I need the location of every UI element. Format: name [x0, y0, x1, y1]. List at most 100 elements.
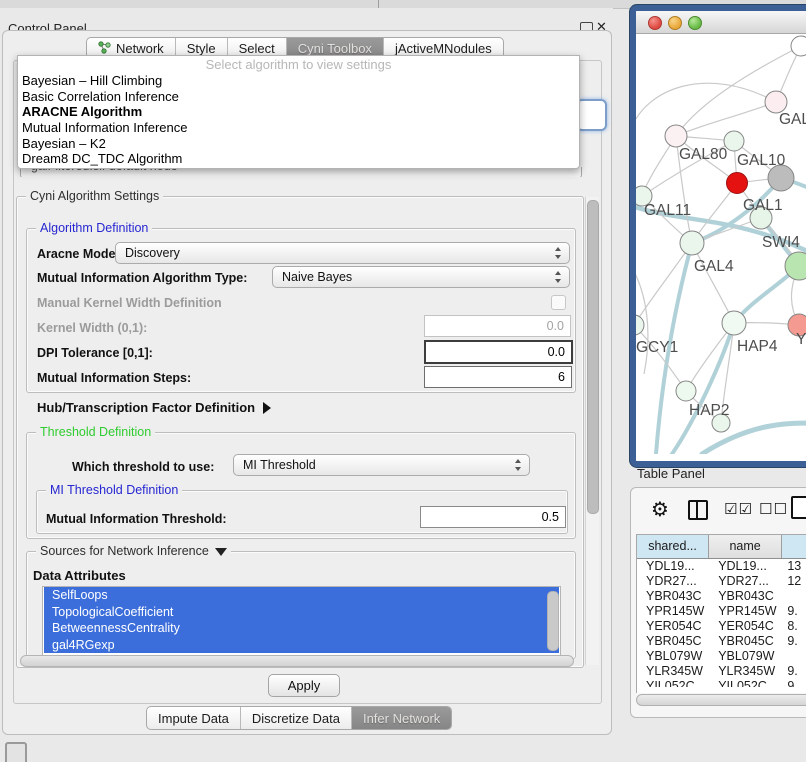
table-row[interactable]: YDR27... YDR27... 12 [637, 574, 806, 589]
cell-shared: YIL052C [637, 679, 709, 687]
cell-name: YDL19... [709, 559, 782, 574]
table-panel: ⚙ ☑☑ ☐☐ shared... name A YDL19... YDL19.… [630, 487, 806, 718]
cell-shared: YER054C [637, 619, 709, 634]
algorithm-option[interactable]: Dream8 DC_TDC Algorithm [18, 151, 579, 167]
minimize-traffic-light-icon[interactable] [668, 16, 682, 30]
algorithm-option[interactable]: Bayesian – K2 [18, 136, 579, 152]
mi-algorithm-type-select[interactable]: Naive Bayes [272, 266, 570, 288]
tab-discretize-data[interactable]: Discretize Data [241, 707, 352, 729]
tab-label: Style [187, 41, 216, 56]
deselect-all-icon[interactable]: ☐☐ [759, 500, 788, 518]
table-row[interactable]: YER054C YER054C 8. [637, 619, 806, 634]
cell-name: YPR145W [709, 604, 782, 619]
node-label: GAL [779, 111, 806, 128]
zoom-traffic-light-icon[interactable] [688, 16, 702, 30]
stepper-arrows-icon [554, 270, 563, 284]
dpi-tolerance-label: DPI Tolerance [0,1]: [37, 346, 153, 360]
column-header-shared-name[interactable]: shared... [637, 535, 709, 558]
apply-button[interactable]: Apply [268, 674, 340, 697]
cell-value: 9 [782, 679, 806, 687]
cell-shared: YDR27... [637, 574, 709, 589]
network-canvas[interactable]: GAL GAL80 GAL10 GAL11 GAL1 SWI4 GAL4 GCY… [636, 34, 806, 461]
cell-name: YBL079W [709, 649, 782, 664]
column-header-name[interactable]: name [709, 535, 782, 558]
control-panel-header: Control Panel ✕ [0, 8, 613, 32]
combo-value: MI Threshold [243, 458, 316, 472]
hub-definition-section[interactable]: Hub/Transcription Factor Definition [37, 400, 271, 415]
mi-threshold-input[interactable]: 0.5 [420, 506, 566, 528]
vertical-scrollbar-thumb[interactable] [587, 200, 599, 514]
manual-kernel-width-checkbox[interactable] [551, 295, 566, 310]
algorithm-option-selected[interactable]: ARACNE Algorithm [18, 104, 579, 120]
data-attribute-item[interactable]: TopologicalCoefficient [44, 604, 559, 621]
mi-threshold-label: Mutual Information Threshold: [46, 512, 227, 526]
data-attribute-item[interactable]: gal4RGexp [44, 637, 559, 654]
cell-value: 13 [782, 559, 806, 574]
group-title[interactable]: Sources for Network Inference [36, 544, 231, 558]
node-label: GAL10 [737, 152, 786, 169]
table-row[interactable]: YBR045C YBR045C 9. [637, 634, 806, 649]
cell-value: 9. [782, 664, 806, 679]
network-view-window[interactable]: GAL GAL80 GAL10 GAL11 GAL1 SWI4 GAL4 GCY… [630, 5, 806, 467]
dpi-tolerance-input[interactable]: 0.0 [424, 340, 573, 364]
data-attribute-item[interactable]: SelfLoops [44, 587, 559, 604]
which-threshold-select[interactable]: MI Threshold [233, 454, 530, 476]
cell-value: 8. [782, 619, 806, 634]
dropdown-placeholder: Select algorithm to view settings [18, 56, 579, 73]
table-row[interactable]: YBR043C YBR043C [637, 589, 806, 604]
expanded-arrow-icon [215, 548, 227, 556]
select-all-icon[interactable]: ☑☑ [724, 500, 753, 518]
algorithm-option[interactable]: Bayesian – Hill Climbing [18, 73, 579, 89]
tab-infer-network[interactable]: Infer Network [352, 707, 451, 729]
mi-steps-input[interactable]: 6 [424, 366, 572, 388]
group-title: Threshold Definition [36, 425, 155, 439]
algorithm-dropdown-list: Select algorithm to view settings Bayesi… [17, 55, 580, 169]
tab-impute-data[interactable]: Impute Data [147, 707, 241, 729]
cell-value [782, 589, 806, 604]
list-scrollbar-thumb[interactable] [547, 591, 559, 651]
export-table-icon[interactable] [791, 496, 806, 519]
gear-icon[interactable]: ⚙ [651, 497, 669, 522]
which-threshold-label: Which threshold to use: [72, 460, 214, 474]
cell-shared: YDL19... [637, 559, 709, 574]
node-label: GAL80 [679, 146, 728, 163]
table-toolbar: ⚙ ☑☑ ☐☐ [631, 488, 806, 532]
data-attributes-label: Data Attributes [33, 568, 126, 583]
table-row[interactable]: YDL19... YDL19... 13 [637, 559, 806, 574]
group-title: Algorithm Definition [36, 221, 152, 235]
table-row[interactable]: YPR145W YPR145W 9. [637, 604, 806, 619]
cell-value: 9. [782, 634, 806, 649]
mi-algorithm-type-label: Mutual Information Algorithm Type: [37, 271, 247, 285]
table-row[interactable]: YLR345W YLR345W 9. [637, 664, 806, 679]
cell-name: YLR345W [709, 664, 782, 679]
kernel-width-label: Kernel Width (0,1): [37, 321, 147, 335]
node-label: HAP2 [689, 402, 730, 419]
cell-shared: YBL079W [637, 649, 709, 664]
data-attribute-item[interactable]: BetweennessCentrality [44, 620, 559, 637]
close-traffic-light-icon[interactable] [648, 16, 662, 30]
kernel-width-input[interactable]: 0.0 [424, 315, 571, 337]
tab-label: jActiveMNodules [395, 41, 492, 56]
table-panel-title: Table Panel [637, 466, 705, 481]
horizontal-scrollbar[interactable] [20, 655, 574, 667]
aracne-mode-select[interactable]: Discovery [115, 242, 570, 264]
cell-name: YER054C [709, 619, 782, 634]
algorithm-option[interactable]: Basic Correlation Inference [18, 89, 579, 105]
column-header-third[interactable]: A [782, 535, 806, 558]
mi-steps-label: Mutual Information Steps: [37, 371, 191, 385]
algorithm-combobox-fragment[interactable] [576, 99, 607, 131]
cell-name: YBR043C [709, 589, 782, 604]
table-row[interactable]: YBL079W YBL079W [637, 649, 806, 664]
docked-panel-icon[interactable] [5, 742, 27, 762]
stepper-arrows-icon [554, 246, 563, 260]
window-titlebar[interactable] [636, 11, 806, 34]
node-label: GCY1 [636, 339, 678, 356]
table-row[interactable]: YIL052C YIL052C 9 [637, 679, 806, 687]
columns-icon[interactable] [688, 500, 708, 520]
tab-label: Discretize Data [252, 711, 340, 726]
table-horizontal-scrollbar[interactable] [636, 694, 806, 706]
sources-title: Sources for Network Inference [40, 544, 209, 558]
aracne-mode-label: Aracne Mode: [37, 247, 120, 261]
node-label: SWI4 [762, 234, 800, 251]
algorithm-option[interactable]: Mutual Information Inference [18, 120, 579, 136]
